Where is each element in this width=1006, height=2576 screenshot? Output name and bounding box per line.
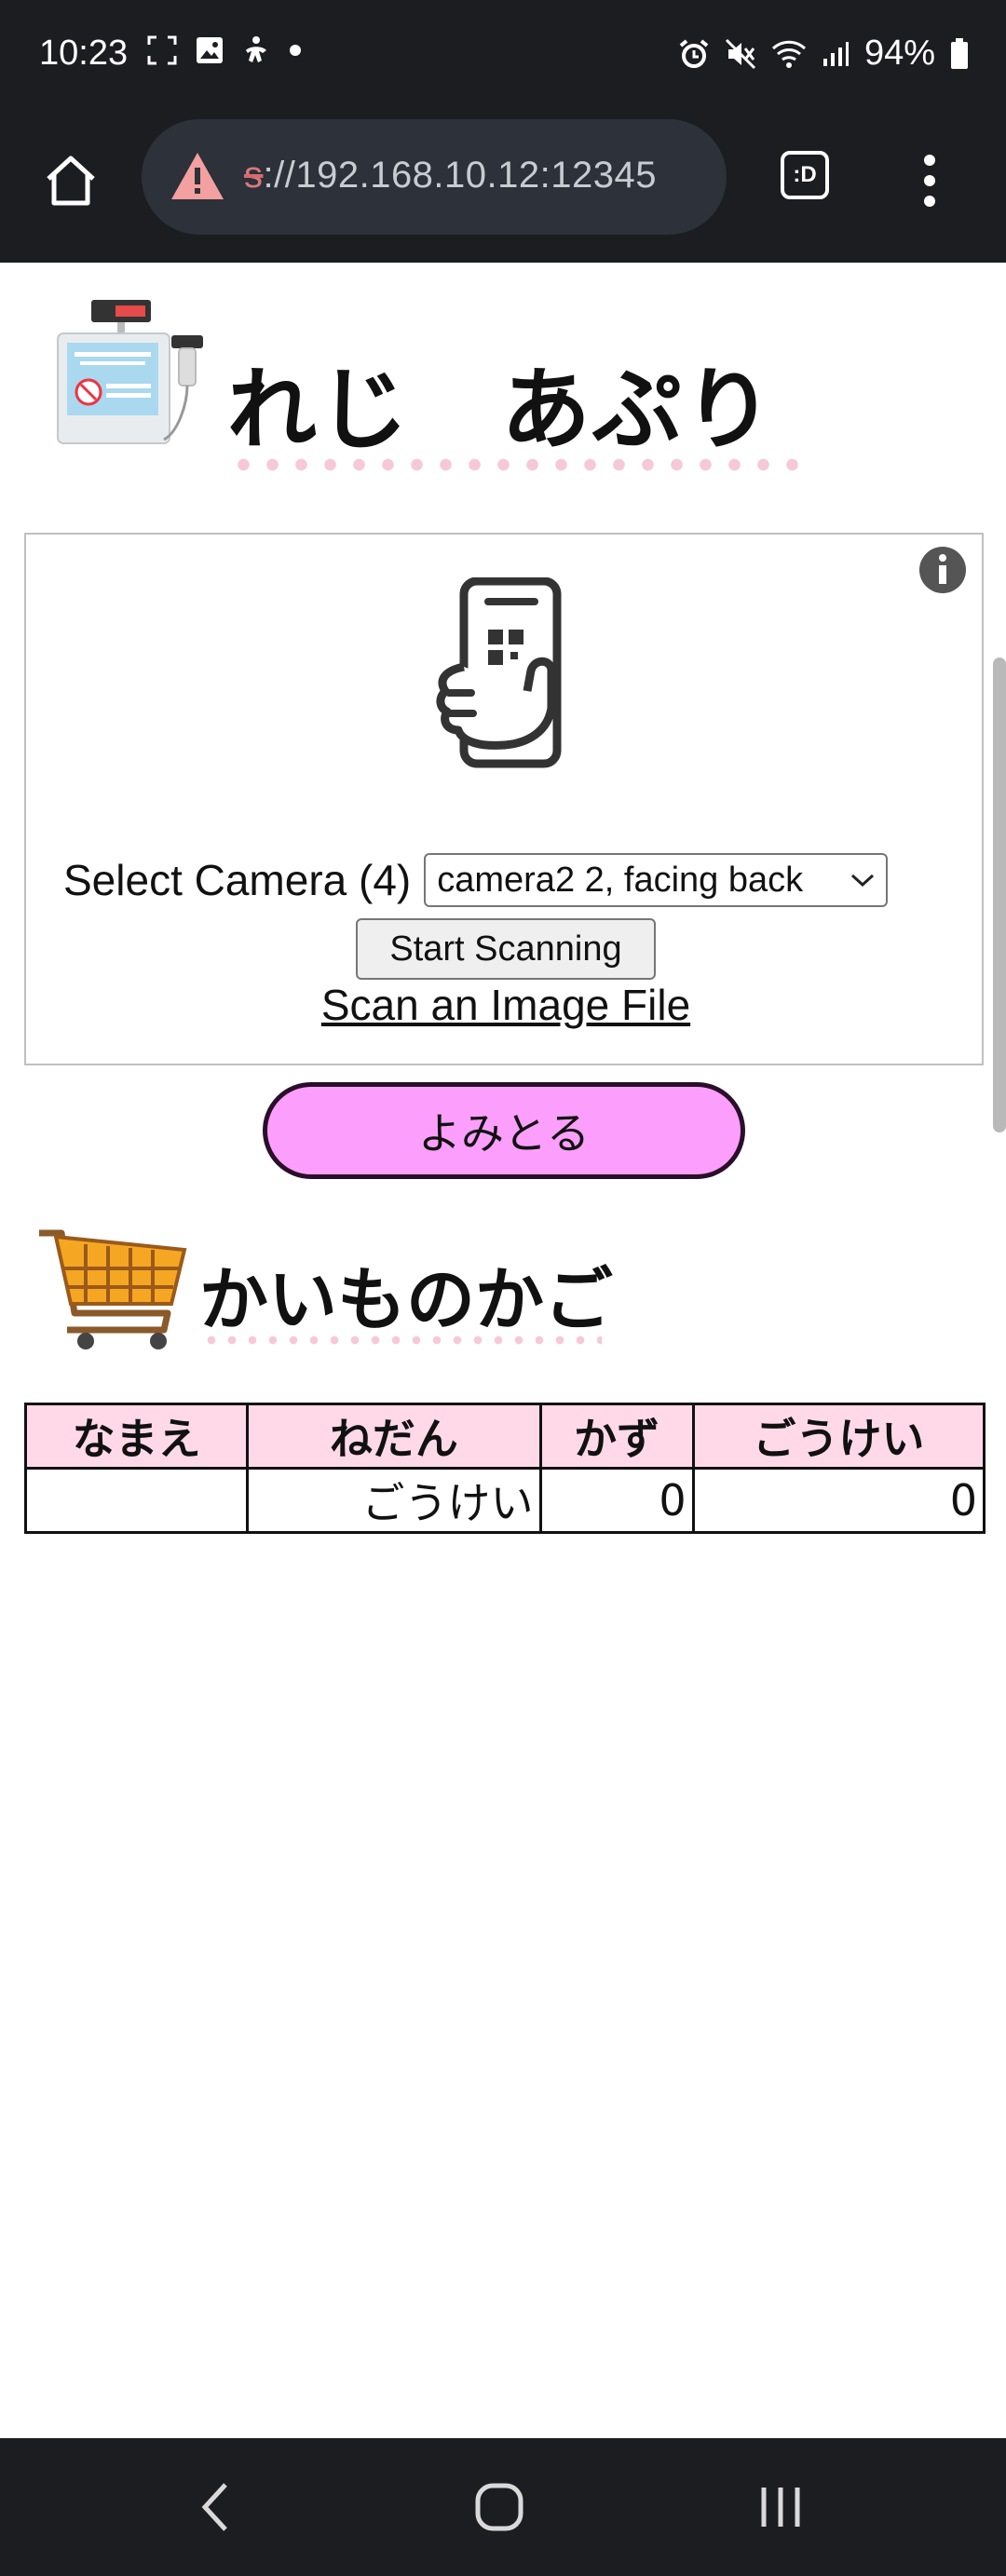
battery-percent: 94% bbox=[863, 34, 935, 73]
info-icon[interactable] bbox=[918, 546, 967, 594]
recents-button[interactable] bbox=[743, 2474, 818, 2541]
app-header: れじ あぷり bbox=[45, 292, 976, 479]
home-button[interactable] bbox=[37, 147, 104, 214]
warning-icon[interactable] bbox=[170, 151, 225, 205]
back-button[interactable] bbox=[179, 2474, 253, 2541]
url-host: ://192.168.10.12:12345 bbox=[263, 155, 657, 196]
browser-toolbar: s://192.168.10.12:12345 :D bbox=[0, 119, 1006, 263]
system-nav-bar bbox=[0, 2438, 1006, 2576]
page-scrollbar[interactable] bbox=[993, 658, 1006, 1132]
accessibility-icon bbox=[242, 35, 270, 65]
column-header-count: かず bbox=[538, 1403, 695, 1470]
read-button[interactable]: よみとる bbox=[263, 1082, 745, 1179]
recents-icon bbox=[761, 2488, 800, 2527]
cart-dotted-underline bbox=[201, 1335, 602, 1345]
camera-select-label: Select Camera (4) bbox=[63, 856, 412, 904]
camera-select[interactable]: camera2 2, facing back bbox=[424, 853, 889, 907]
home-circle-icon bbox=[475, 2483, 523, 2531]
wifi-icon bbox=[771, 39, 807, 69]
alarm-icon bbox=[678, 38, 710, 70]
scan-image-file-link[interactable]: Scan an Image File bbox=[26, 980, 986, 1030]
menu-dot bbox=[924, 155, 935, 166]
menu-dot bbox=[924, 196, 935, 207]
url-bar[interactable]: s://192.168.10.12:12345 bbox=[142, 119, 727, 235]
mute-icon bbox=[725, 38, 756, 70]
url-text[interactable]: s://192.168.10.12:12345 bbox=[244, 155, 657, 197]
cart-table: なまえ ねだん かず ごうけい ごうけい 0 0 bbox=[23, 1403, 986, 1534]
total-row-count: 0 bbox=[538, 1467, 695, 1534]
camera-select-value: camera2 2, facing back bbox=[437, 860, 804, 900]
status-time: 10:23 bbox=[39, 34, 129, 73]
home-icon bbox=[47, 156, 95, 206]
phone-scan-icon bbox=[436, 577, 562, 768]
qr-scanner-panel: Select Camera (4) camera2 2, facing back… bbox=[24, 533, 984, 1065]
home-nav-button[interactable] bbox=[462, 2474, 537, 2541]
tabs-button[interactable]: :D bbox=[781, 151, 829, 199]
table-row-total: ごうけい 0 0 bbox=[23, 1467, 986, 1534]
back-icon bbox=[201, 2483, 227, 2531]
menu-button[interactable] bbox=[911, 147, 948, 214]
battery-icon bbox=[950, 37, 969, 70]
column-header-price: ねだん bbox=[246, 1403, 542, 1470]
url-scheme: s bbox=[244, 155, 264, 196]
page-title: れじ あぷり bbox=[227, 358, 775, 462]
table-header-row: なまえ ねだん かず ごうけい bbox=[23, 1403, 986, 1470]
dot-icon bbox=[289, 44, 302, 57]
camera-select-row: Select Camera (4) camera2 2, facing back bbox=[63, 853, 958, 907]
menu-dot bbox=[924, 175, 935, 186]
chevron-down-icon bbox=[851, 874, 875, 888]
title-dotted-underline bbox=[229, 458, 807, 471]
total-row-name bbox=[23, 1467, 250, 1534]
cart-title: かいものかご bbox=[199, 1260, 613, 1340]
cash-register-icon bbox=[57, 300, 203, 444]
total-row-amount: 0 bbox=[691, 1467, 986, 1534]
status-bar: 10:23 94% bbox=[0, 0, 1006, 119]
column-header-total: ごうけい bbox=[691, 1403, 986, 1470]
shopping-cart-icon bbox=[39, 1229, 187, 1349]
start-scanning-button[interactable]: Start Scanning bbox=[356, 918, 656, 980]
total-row-label: ごうけい bbox=[246, 1467, 542, 1534]
signal-icon bbox=[822, 40, 850, 68]
gallery-icon bbox=[196, 36, 224, 64]
column-header-name: なまえ bbox=[23, 1403, 250, 1470]
screenshot-icon bbox=[147, 35, 177, 65]
